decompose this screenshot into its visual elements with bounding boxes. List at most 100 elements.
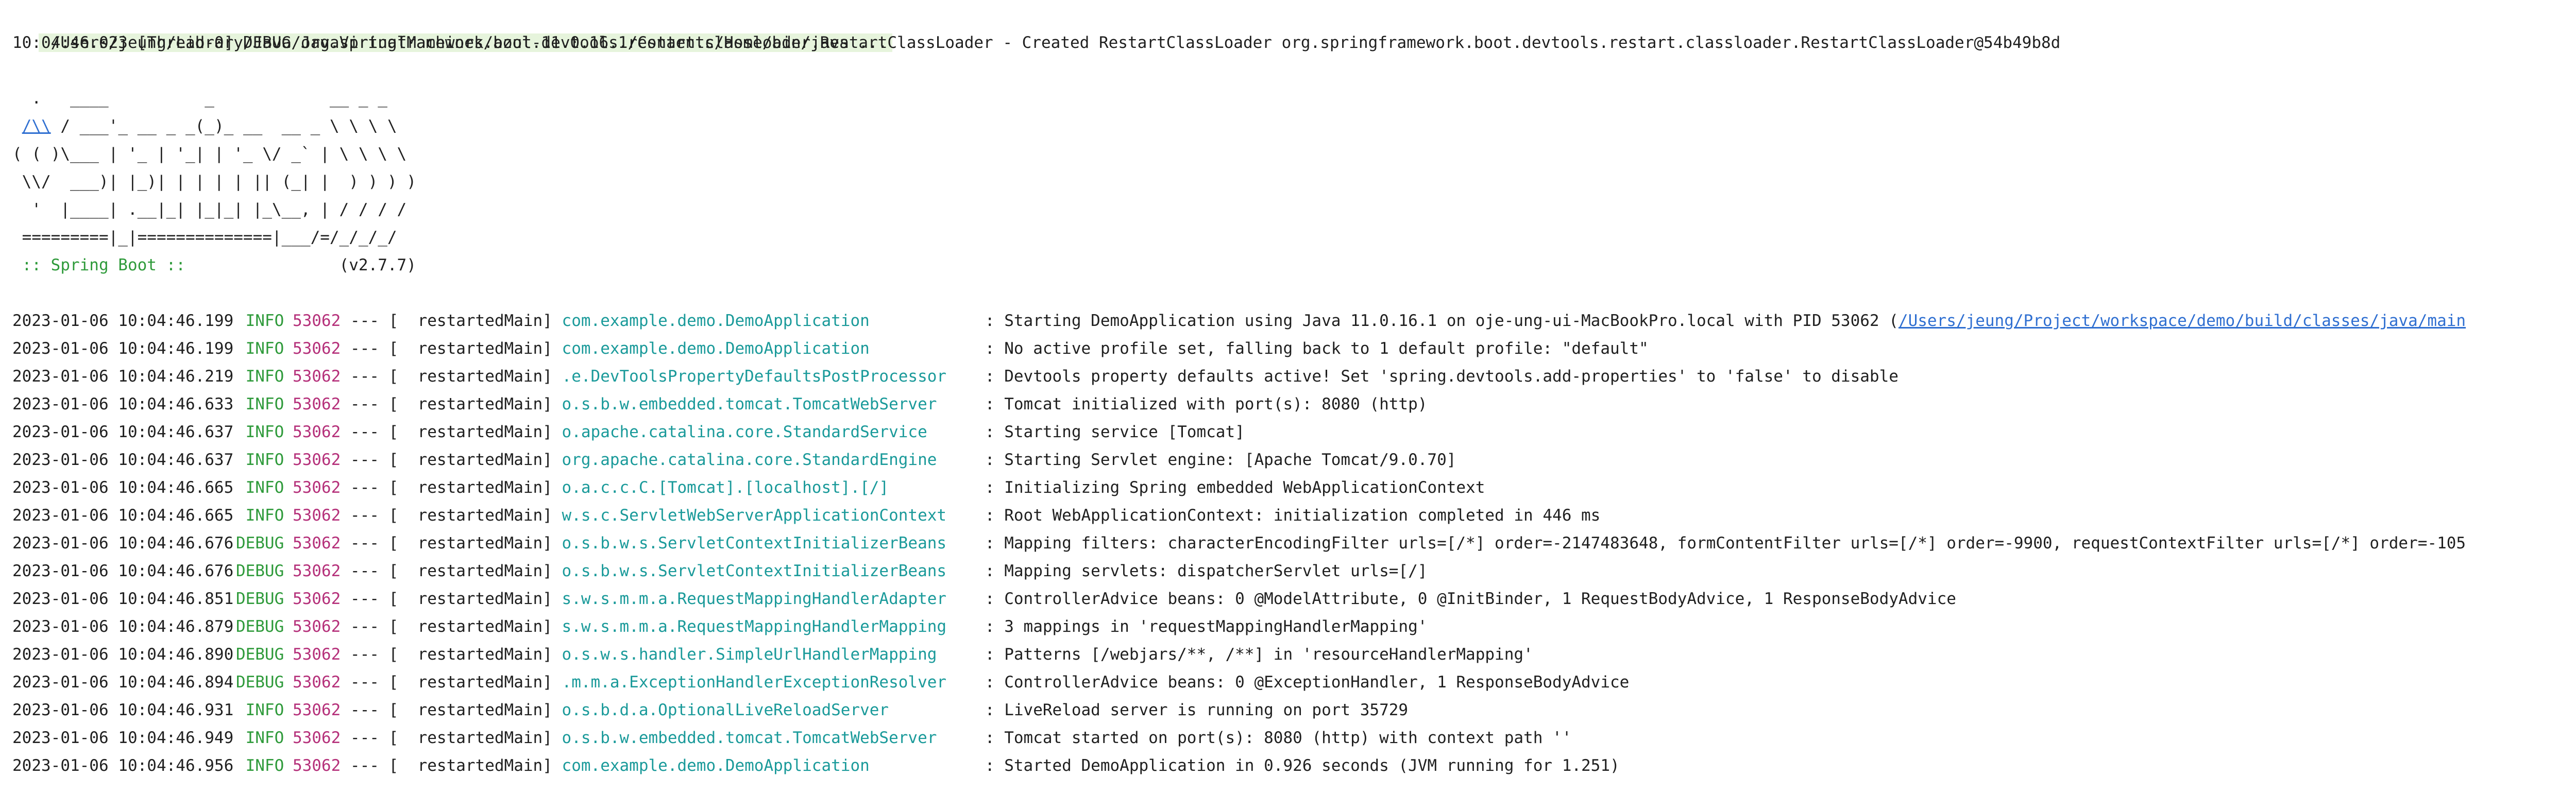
log-separator: --- [ [341, 534, 399, 553]
log-line: 2023-01-06 10:04:46.676 DEBUG 53062 --- [ … [12, 557, 2576, 585]
log-thread: restartedMain] [398, 590, 552, 608]
log-pid: 53062 [292, 451, 341, 469]
log-thread: restartedMain] [398, 395, 552, 413]
log-separator: --- [ [341, 562, 399, 580]
log-pid: 53062 [292, 534, 341, 553]
log-thread: restartedMain] [398, 478, 552, 497]
log-level: INFO [245, 451, 284, 469]
log-line: 2023-01-06 10:04:46.219 INFO 53062 --- [ r… [12, 363, 2576, 390]
log-line: 2023-01-06 10:04:46.199 INFO 53062 --- [ r… [12, 307, 2576, 335]
log-separator: --- [ [341, 506, 399, 525]
log-logger[interactable]: o.s.b.w.s.ServletContextInitializerBeans [552, 529, 985, 557]
log-line: 2023-01-06 10:04:46.894 DEBUG 53062 --- [ … [12, 668, 2576, 696]
log-level: DEBUG [235, 534, 284, 553]
banner-line-2: /\\ / ___'_ __ _ _(_)_ __ __ _ \ \ \ \ [12, 112, 2576, 140]
log-line: 2023-01-06 10:04:46.890 DEBUG 53062 --- [ … [12, 641, 2576, 668]
log-line: 2023-01-06 10:04:46.665 INFO 53062 --- [ r… [12, 474, 2576, 502]
log-line: 2023-01-06 10:04:46.665 INFO 53062 --- [ r… [12, 502, 2576, 529]
log-pid: 53062 [292, 645, 341, 664]
log-separator: --- [ [341, 395, 399, 413]
banner-line-5: ' |____| .__|_| |_|_| |_\__, | / / / / [12, 200, 407, 219]
log-line: 2023-01-06 10:04:46.637 INFO 53062 --- [ r… [12, 418, 2576, 446]
log-logger[interactable]: o.s.b.w.s.ServletContextInitializerBeans [552, 557, 985, 585]
log-logger[interactable]: com.example.demo.DemoApplication [552, 335, 985, 363]
spring-boot-label: :: Spring Boot :: [12, 256, 195, 274]
log-level: DEBUG [235, 673, 284, 692]
log-message: : Started DemoApplication in 0.926 secon… [985, 756, 1620, 775]
log-thread: restartedMain] [398, 506, 552, 525]
log-thread: restartedMain] [398, 423, 552, 441]
log-separator: --- [ [341, 756, 399, 775]
log-pid: 53062 [292, 701, 341, 719]
log-message: : ControllerAdvice beans: 0 @ExceptionHa… [985, 673, 1630, 692]
restart-classloader-line: 10:04:46.023 [Thread-0] DEBUG org.spring… [12, 33, 2061, 52]
log-thread: restartedMain] [398, 367, 552, 386]
log-pid: 53062 [292, 617, 341, 636]
log-logger[interactable]: o.s.w.s.handler.SimpleUrlHandlerMapping [552, 641, 985, 668]
log-line: 2023-01-06 10:04:46.637 INFO 53062 --- [ r… [12, 446, 2576, 474]
log-separator: --- [ [341, 312, 399, 330]
log-message: : No active profile set, falling back to… [985, 339, 1649, 358]
banner-link[interactable]: /\\ [22, 117, 51, 135]
log-message: : Starting DemoApplication using Java 11… [985, 312, 1899, 330]
log-level: INFO [245, 506, 284, 525]
log-line: 2023-01-06 10:04:46.949 INFO 53062 --- [ r… [12, 724, 2576, 752]
log-message: : Tomcat initialized with port(s): 8080 … [985, 395, 1428, 413]
log-level: DEBUG [235, 645, 284, 664]
log-message: : Devtools property defaults active! Set… [985, 367, 1899, 386]
log-logger[interactable]: o.s.b.w.embedded.tomcat.TomcatWebServer [552, 390, 985, 418]
log-logger[interactable]: o.s.b.d.a.OptionalLiveReloadServer [552, 696, 985, 724]
log-timestamp: 2023-01-06 10:04:46.199 [12, 339, 234, 358]
log-level: INFO [245, 367, 284, 386]
log-message: : Initializing Spring embedded WebApplic… [985, 478, 1485, 497]
log-separator: --- [ [341, 339, 399, 358]
log-logger[interactable]: .m.m.a.ExceptionHandlerExceptionResolver [552, 668, 985, 696]
log-separator: --- [ [341, 673, 399, 692]
log-thread: restartedMain] [398, 729, 552, 747]
log-separator: --- [ [341, 367, 399, 386]
log-level: INFO [245, 756, 284, 775]
log-path-link[interactable]: /Users/jeung/Project/workspace/demo/buil… [1899, 312, 2466, 330]
log-separator: --- [ [341, 701, 399, 719]
log-level: INFO [245, 701, 284, 719]
command-line-row: /Users/jeung/Library/Java/JavaVirtualMac… [12, 1, 2576, 52]
log-timestamp: 2023-01-06 10:04:46.890 [12, 645, 234, 664]
log-pid: 53062 [292, 590, 341, 608]
log-logger[interactable]: .e.DevToolsPropertyDefaultsPostProcessor [552, 363, 985, 390]
log-timestamp: 2023-01-06 10:04:46.665 [12, 478, 234, 497]
log-logger[interactable]: s.w.s.m.m.a.RequestMappingHandlerAdapter [552, 585, 985, 613]
log-level: INFO [245, 339, 284, 358]
log-timestamp: 2023-01-06 10:04:46.894 [12, 673, 234, 692]
log-logger[interactable]: w.s.c.ServletWebServerApplicationContext [552, 502, 985, 529]
log-line: 2023-01-06 10:04:46.879 DEBUG 53062 --- [ … [12, 613, 2576, 641]
log-separator: --- [ [341, 478, 399, 497]
log-logger[interactable]: o.s.b.w.embedded.tomcat.TomcatWebServer [552, 724, 985, 752]
log-message: : LiveReload server is running on port 3… [985, 701, 1409, 719]
log-logger[interactable]: com.example.demo.DemoApplication [552, 752, 985, 780]
log-level: INFO [245, 312, 284, 330]
log-level: INFO [245, 395, 284, 413]
banner-line-4: \\/ ___)| |_)| | | | | || (_| | ) ) ) ) [12, 172, 416, 191]
log-separator: --- [ [341, 423, 399, 441]
log-line: 2023-01-06 10:04:46.676 DEBUG 53062 --- [ … [12, 529, 2576, 557]
log-logger[interactable]: o.apache.catalina.core.StandardService [552, 418, 985, 446]
banner-line-1: . ____ _ __ _ _ [12, 89, 387, 108]
log-level: DEBUG [235, 562, 284, 580]
log-logger[interactable]: s.w.s.m.m.a.RequestMappingHandlerMapping [552, 613, 985, 641]
log-message: : Mapping servlets: dispatcherServlet ur… [985, 562, 1428, 580]
log-thread: restartedMain] [398, 617, 552, 636]
log-logger[interactable]: com.example.demo.DemoApplication [552, 307, 985, 335]
log-timestamp: 2023-01-06 10:04:46.676 [12, 534, 234, 553]
log-message: : Tomcat started on port(s): 8080 (http)… [985, 729, 1572, 747]
log-separator: --- [ [341, 617, 399, 636]
log-timestamp: 2023-01-06 10:04:46.637 [12, 423, 234, 441]
log-timestamp: 2023-01-06 10:04:46.879 [12, 617, 234, 636]
log-pid: 53062 [292, 395, 341, 413]
log-timestamp: 2023-01-06 10:04:46.851 [12, 590, 234, 608]
log-logger[interactable]: org.apache.catalina.core.StandardEngine [552, 446, 985, 474]
log-pid: 53062 [292, 339, 341, 358]
log-logger[interactable]: o.a.c.c.C.[Tomcat].[localhost].[/] [552, 474, 985, 502]
log-pid: 53062 [292, 506, 341, 525]
log-message: : Root WebApplicationContext: initializa… [985, 506, 1601, 525]
